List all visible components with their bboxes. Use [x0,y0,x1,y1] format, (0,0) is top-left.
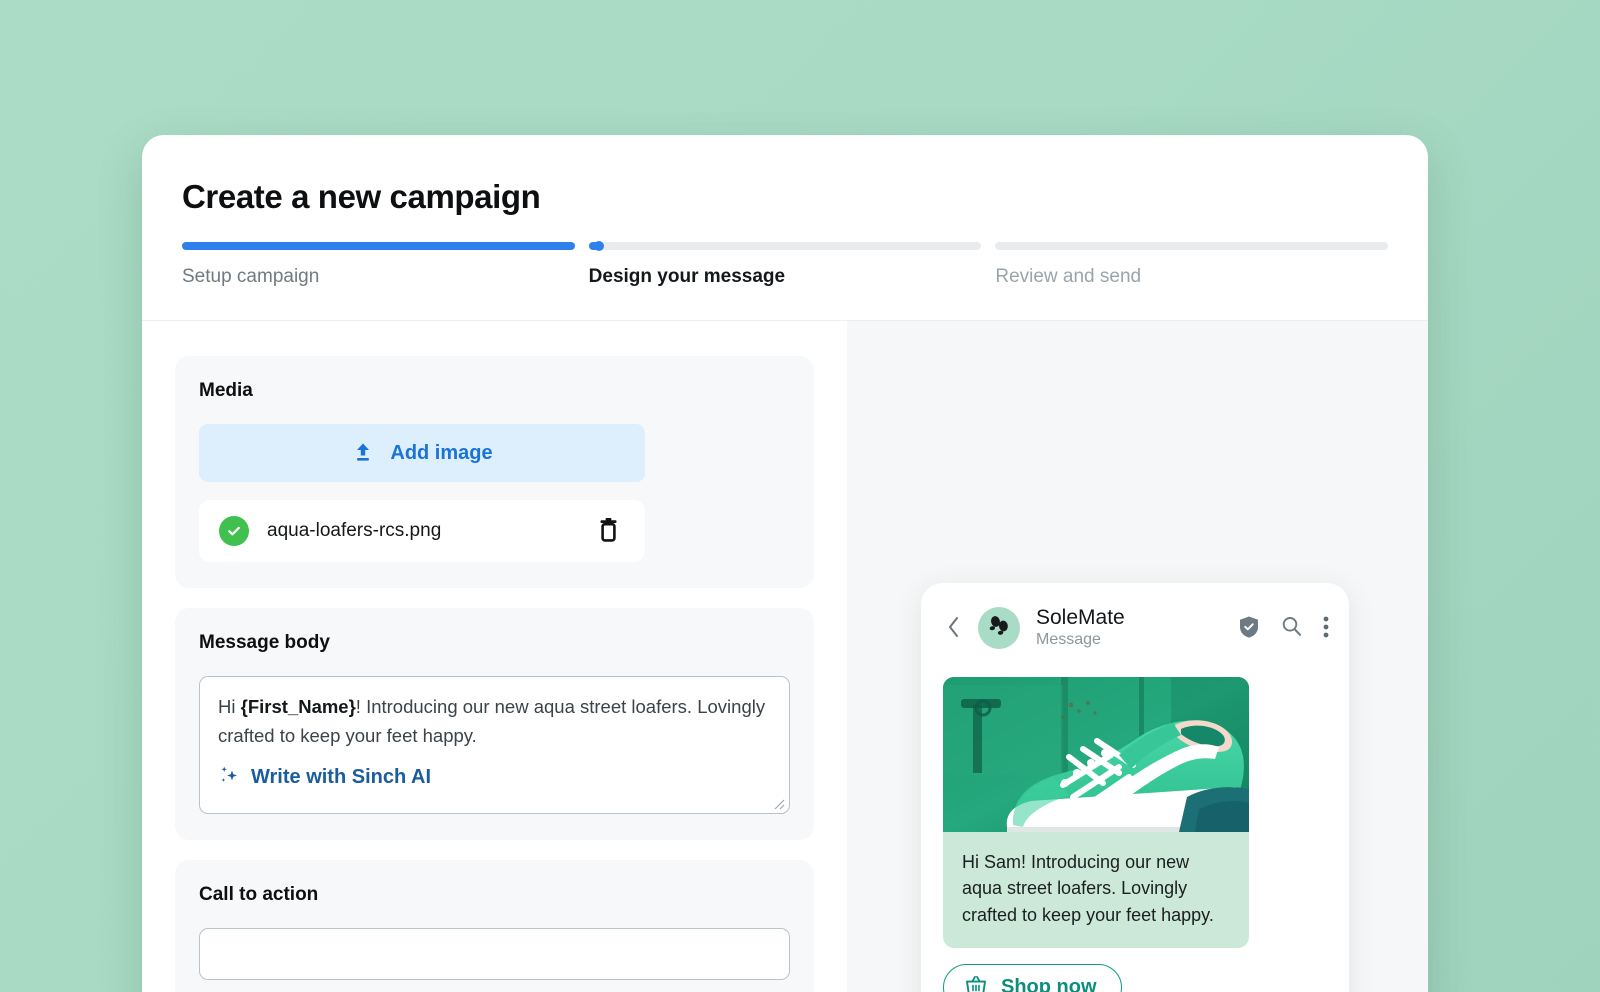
basket-icon [964,974,988,992]
check-circle-icon [219,516,249,546]
message-body-text: Hi {First_Name}! Introducing our new aqu… [218,693,771,750]
search-button[interactable] [1276,611,1307,645]
wizard-step-review-and-send[interactable]: Review and send [995,242,1388,289]
uploaded-file-name: aqua-loafers-rcs.png [267,520,576,542]
step-progress-bar [589,242,982,250]
message-body-panel: Message body Hi {First_Name}! Introducin… [175,608,814,840]
back-button[interactable] [941,612,966,645]
rich-card-body: Hi Sam! Introducing our new aqua street … [943,832,1249,948]
shop-now-button[interactable]: Shop now [943,964,1122,992]
uploaded-file-row: aqua-loafers-rcs.png [199,500,645,562]
wizard-header: Create a new campaign Setup campaign Des… [142,135,1428,321]
rich-card-image [943,677,1249,832]
wizard-step-design-your-message[interactable]: Design your message [589,242,982,289]
shop-now-label: Shop now [1001,976,1097,992]
upload-icon [351,440,375,467]
sender-subtitle: Message [1036,630,1222,651]
trash-icon [596,516,621,546]
avatar [978,607,1020,649]
more-options-button[interactable] [1319,611,1333,646]
shield-check-icon [1238,615,1260,642]
sparkle-icon [218,764,240,791]
message-text-before: Hi [218,696,241,717]
rich-card-message: Hi Sam! Introducing our new aqua street … [943,677,1249,948]
chevron-left-icon [947,616,960,641]
step-progress-bar [182,242,575,250]
campaign-wizard-card: Create a new campaign Setup campaign Des… [142,135,1428,992]
footprints-icon [985,612,1013,645]
call-to-action-title: Call to action [199,884,790,906]
editor-pane: Media Add image [142,321,847,992]
verified-badge-button[interactable] [1234,611,1264,646]
preview-pane: SoleMate Message [847,321,1428,992]
call-to-action-input[interactable] [199,928,790,980]
step-progress-bar [995,242,1388,250]
step-label: Review and send [995,266,1388,289]
add-image-label: Add image [390,442,492,465]
write-with-sinch-ai-label: Write with Sinch AI [251,766,431,789]
add-image-button[interactable]: Add image [199,424,645,482]
media-panel: Media Add image [175,356,814,588]
sender-info: SoleMate Message [1036,606,1222,651]
more-vertical-icon [1323,615,1329,642]
media-panel-title: Media [199,380,790,402]
resize-handle[interactable] [772,797,785,810]
wizard-stepper: Setup campaign Design your message Revie… [182,242,1388,289]
step-label: Setup campaign [182,266,575,289]
search-icon [1280,615,1303,641]
sender-name: SoleMate [1036,606,1222,630]
message-text-variable: {First_Name} [241,696,356,717]
delete-file-button[interactable] [594,514,623,548]
phone-conversation-header: SoleMate Message [921,583,1349,673]
step-label: Design your message [589,266,982,289]
page-title: Create a new campaign [182,179,1388,215]
wizard-body: Media Add image [142,321,1428,992]
message-body-title: Message body [199,632,790,654]
wizard-step-setup-campaign[interactable]: Setup campaign [182,242,575,289]
call-to-action-panel: Call to action [175,860,814,992]
write-with-sinch-ai-button[interactable]: Write with Sinch AI [218,764,431,791]
message-body-input[interactable]: Hi {First_Name}! Introducing our new aqu… [199,676,790,814]
phone-preview: SoleMate Message [921,583,1349,992]
rich-card-text: Hi Sam! Introducing our new aqua street … [962,849,1230,928]
